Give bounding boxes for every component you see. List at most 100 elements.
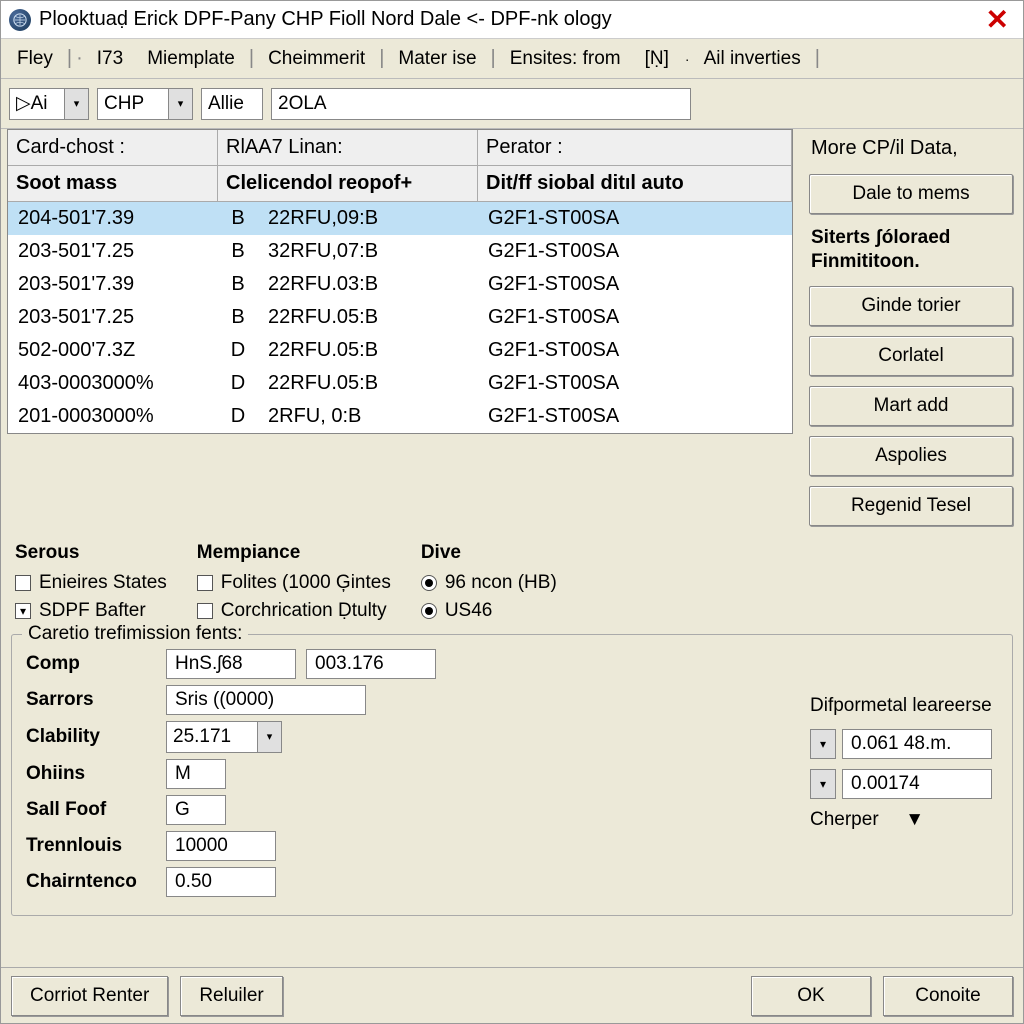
- cell: G2F1-ST00SA: [478, 268, 792, 301]
- col-header-clel[interactable]: Clelicendol reopof+: [218, 165, 478, 202]
- menu-ensites-icon[interactable]: [Ṇ]: [635, 45, 679, 73]
- chevron-down-icon[interactable]: ▾: [168, 89, 192, 119]
- chevron-down-icon[interactable]: ▾: [64, 89, 88, 119]
- combo-clability[interactable]: ▾: [166, 721, 282, 753]
- caretio-fieldset: Caretio trefimission fents: Comp Sarrors…: [11, 634, 1013, 916]
- mart-button[interactable]: Mart add: [809, 386, 1013, 426]
- menu-cheimmerit[interactable]: Cheimmerit: [258, 45, 375, 73]
- menu-ensites[interactable]: Ensites: from: [500, 45, 631, 73]
- cell: B: [218, 268, 258, 301]
- table-row[interactable]: 203-501'7.39B22RFU.03:BG2F1-ST00SA: [8, 268, 792, 301]
- right-more-label: More CP/il Data,: [809, 135, 1013, 164]
- table-row[interactable]: 403-0003000%D22RFU.05:BG2F1-ST00SA: [8, 367, 792, 400]
- radio-us46[interactable]: [421, 603, 437, 619]
- chevron-down-icon[interactable]: ▾: [810, 729, 836, 759]
- chevron-down-icon[interactable]: ▾: [810, 769, 836, 799]
- chevron-down-icon[interactable]: ·: [685, 51, 690, 67]
- field-allie[interactable]: [201, 88, 263, 120]
- combo-chp-input[interactable]: [98, 91, 168, 117]
- window-title: Plooktuaḍ Erick DPF-Pany CHP Fioll Nord …: [39, 8, 980, 31]
- checkbox-sdpf[interactable]: ▾: [15, 603, 31, 619]
- input-clability[interactable]: [167, 724, 257, 750]
- menu-ail[interactable]: Ail inverties: [694, 45, 811, 73]
- input-chairntenco[interactable]: [166, 867, 276, 897]
- aspolies-button[interactable]: Aspolies: [809, 436, 1013, 476]
- menu-i73[interactable]: I73: [87, 45, 133, 73]
- table-row[interactable]: 203-501'7.25B32RFU,07:BG2F1-ST00SA: [8, 235, 792, 268]
- combo-ai[interactable]: ▾: [9, 88, 89, 120]
- table-row[interactable]: 502-000'7.3ZD22RFU.05:BG2F1-ST00SA: [8, 334, 792, 367]
- lbl-cherper: Cherper: [810, 809, 879, 831]
- app-icon: [9, 9, 31, 31]
- cell: 203-501'7.25: [8, 301, 218, 334]
- menu-materise[interactable]: Mater ise: [388, 45, 486, 73]
- table-row[interactable]: 201-0003000%D 2RFU, 0:BG2F1-ST00SA: [8, 400, 792, 433]
- cell: B: [218, 301, 258, 334]
- cell: 32RFU,07:B: [258, 235, 478, 268]
- input-ohins[interactable]: [166, 759, 226, 789]
- cell: G2F1-ST00SA: [478, 334, 792, 367]
- input-trennlouis[interactable]: [166, 831, 276, 861]
- col-header-perator[interactable]: Perator :: [478, 130, 792, 165]
- dale-button[interactable]: Dale to mems: [809, 174, 1013, 214]
- field-ola-input[interactable]: [272, 91, 684, 117]
- ginde-button[interactable]: Ginde torier: [809, 286, 1013, 326]
- combo-ai-input[interactable]: [10, 91, 64, 117]
- col-header-riaa[interactable]: RlAA7 Linan:: [218, 130, 478, 165]
- lbl-comp: Comp: [26, 653, 156, 675]
- close-icon[interactable]: ✕: [980, 3, 1015, 36]
- regenid-button[interactable]: Regenid Tesel: [809, 486, 1013, 526]
- col-header-card[interactable]: Card-chost :: [8, 130, 218, 165]
- cell: 22RFU.05:B: [258, 301, 478, 334]
- cell: G2F1-ST00SA: [478, 400, 792, 433]
- chevron-down-icon[interactable]: ▾: [257, 722, 281, 752]
- input-comp1[interactable]: [166, 649, 296, 679]
- siterts-label: Siterts ʃóloraed Finmititoon.: [809, 224, 1013, 276]
- data-table: Card-chost : RlAA7 Linan: Perator : Soot…: [7, 129, 793, 434]
- checkbox-folites[interactable]: [197, 575, 213, 591]
- radio-us46-label: US46: [445, 600, 493, 622]
- cell: 22RFU,09:B: [258, 202, 478, 235]
- cell: 2RFU, 0:B: [258, 400, 478, 433]
- lbl-trennlouis: Trennlouis: [26, 835, 156, 857]
- ok-button[interactable]: OK: [751, 976, 871, 1016]
- field-allie-input[interactable]: [202, 91, 262, 117]
- cell: G2F1-ST00SA: [478, 367, 792, 400]
- checkbox-enieires-label: Enieires States: [39, 572, 167, 594]
- cell: D: [218, 334, 258, 367]
- chevron-down-icon[interactable]: ▼: [905, 809, 924, 831]
- input-comp2[interactable]: [306, 649, 436, 679]
- input-sallfoot[interactable]: [166, 795, 226, 825]
- menu-miemplate[interactable]: Miemplate: [137, 45, 245, 73]
- opts-dive-head: Dive: [421, 542, 557, 564]
- lbl-chairntenco: Chairntenco: [26, 871, 156, 893]
- conoite-button[interactable]: Conoite: [883, 976, 1013, 1016]
- opts-serous-head: Serous: [15, 542, 167, 564]
- radio-ncon[interactable]: [421, 575, 437, 591]
- cell: 201-0003000%: [8, 400, 218, 433]
- cell: B: [218, 235, 258, 268]
- radio-ncon-label: 96 ncon (HB): [445, 572, 557, 594]
- cell: D: [218, 400, 258, 433]
- field-ola[interactable]: [271, 88, 691, 120]
- reluiler-button[interactable]: Reluiler: [180, 976, 282, 1016]
- cell: G2F1-ST00SA: [478, 202, 792, 235]
- checkbox-enieires[interactable]: [15, 575, 31, 591]
- input-dif2[interactable]: [842, 769, 992, 799]
- col-header-soot[interactable]: Soot mass: [8, 165, 218, 202]
- col-header-ditff[interactable]: Dit/ff siobal ditıl auto: [478, 165, 792, 202]
- menu-fley[interactable]: Fley: [7, 45, 63, 73]
- checkbox-corch[interactable]: [197, 603, 213, 619]
- lbl-difpormetal: Difpormetal leareerse: [810, 695, 992, 717]
- cell: 204-501'7.39: [8, 202, 218, 235]
- input-sarrors[interactable]: [166, 685, 366, 715]
- checkbox-corch-label: Corchrication Ḍtulty: [221, 600, 387, 622]
- input-dif1[interactable]: [842, 729, 992, 759]
- combo-chp[interactable]: ▾: [97, 88, 193, 120]
- cell: B: [218, 202, 258, 235]
- corriot-button[interactable]: Corriot Renter: [11, 976, 168, 1016]
- table-row[interactable]: 203-501'7.25B22RFU.05:BG2F1-ST00SA: [8, 301, 792, 334]
- checkbox-sdpf-label: SDPF Bafter: [39, 600, 146, 622]
- corlatel-button[interactable]: Corlatel: [809, 336, 1013, 376]
- table-row[interactable]: 204-501'7.39B22RFU,09:BG2F1-ST00SA: [8, 202, 792, 235]
